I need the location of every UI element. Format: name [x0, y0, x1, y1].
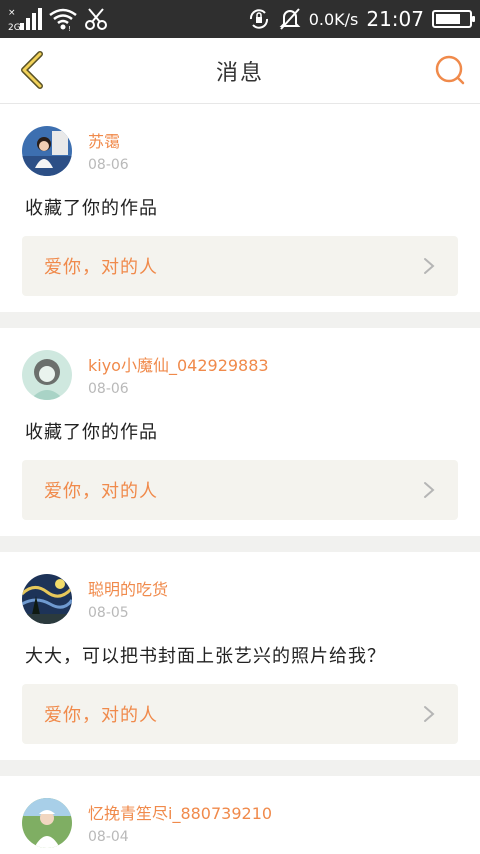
message-card: 忆挽青笙尽i_880739210 08-04: [0, 776, 480, 854]
message-date: 08-06: [88, 157, 129, 173]
username[interactable]: 苏霭: [88, 132, 129, 152]
avatar[interactable]: [22, 574, 72, 624]
message-text: 收藏了你的作品: [25, 422, 158, 443]
wifi-icon: !: [48, 7, 78, 31]
chevron-right-icon: [424, 482, 435, 498]
mute-bell-icon: [279, 7, 301, 31]
work-link-title: 爱你，对的人: [44, 481, 158, 502]
signal-icon: × 2G: [8, 6, 42, 32]
card-separator: [0, 312, 480, 328]
message-list[interactable]: 苏霭 08-06 收藏了你的作品 爱你，对的人 kiyo小魔仙_04292988…: [0, 104, 480, 854]
svg-text:×: ×: [8, 8, 16, 18]
message-card: 聪明的吃货 08-05 大大，可以把书封面上张艺兴的照片给我？ 爱你，对的人: [0, 552, 480, 760]
network-speed: 0.0K/s: [308, 9, 359, 29]
message-text: 大大，可以把书封面上张艺兴的照片给我？: [25, 646, 386, 667]
avatar[interactable]: [22, 798, 72, 848]
search-button[interactable]: [432, 52, 468, 88]
nav-bar: 消息: [0, 38, 480, 104]
battery-icon: [432, 10, 475, 28]
rotation-lock-icon: [247, 7, 271, 31]
username[interactable]: 聪明的吃货: [88, 580, 168, 600]
message-meta: 忆挽青笙尽i_880739210 08-04: [88, 798, 272, 847]
message-header: 聪明的吃货 08-05: [22, 574, 458, 624]
scissors-icon: [84, 7, 108, 31]
work-link[interactable]: 爱你，对的人: [22, 684, 458, 744]
status-right: 0.0K/s 21:07: [247, 7, 475, 31]
svg-text:!: !: [68, 25, 71, 31]
message-meta: 聪明的吃货 08-05: [88, 574, 168, 623]
message-header: 苏霭 08-06: [22, 126, 458, 176]
message-card: 苏霭 08-06 收藏了你的作品 爱你，对的人: [0, 104, 480, 312]
card-separator: [0, 760, 480, 776]
network-type-text: 2G: [8, 23, 21, 32]
work-link[interactable]: 爱你，对的人: [22, 460, 458, 520]
search-icon: [435, 55, 465, 85]
avatar[interactable]: [22, 126, 72, 176]
message-meta: 苏霭 08-06: [88, 126, 129, 175]
status-left: × 2G !: [8, 6, 108, 32]
message-text: 收藏了你的作品: [25, 198, 158, 219]
clock: 21:07: [366, 7, 424, 31]
chevron-left-icon: [21, 51, 43, 89]
message-meta: kiyo小魔仙_042929883 08-06: [88, 350, 269, 399]
message-date: 08-04: [88, 829, 129, 845]
username[interactable]: 忆挽青笙尽i_880739210: [88, 804, 272, 824]
message-header: 忆挽青笙尽i_880739210 08-04: [22, 798, 458, 848]
message-date: 08-06: [88, 381, 129, 397]
battery-level: [436, 14, 460, 24]
work-link-title: 爱你，对的人: [44, 257, 158, 278]
work-link[interactable]: 爱你，对的人: [22, 236, 458, 296]
chevron-right-icon: [424, 706, 435, 722]
work-link-title: 爱你，对的人: [44, 705, 158, 726]
avatar[interactable]: [22, 350, 72, 400]
card-separator: [0, 536, 480, 552]
status-bar: × 2G ! 0.0K/s 21:07: [0, 0, 480, 38]
back-button[interactable]: [12, 50, 52, 90]
message-card: kiyo小魔仙_042929883 08-06 收藏了你的作品 爱你，对的人: [0, 328, 480, 536]
message-date: 08-05: [88, 605, 129, 621]
page-title: 消息: [215, 60, 264, 86]
message-header: kiyo小魔仙_042929883 08-06: [22, 350, 458, 400]
chevron-right-icon: [424, 258, 435, 274]
username[interactable]: kiyo小魔仙_042929883: [88, 356, 269, 376]
